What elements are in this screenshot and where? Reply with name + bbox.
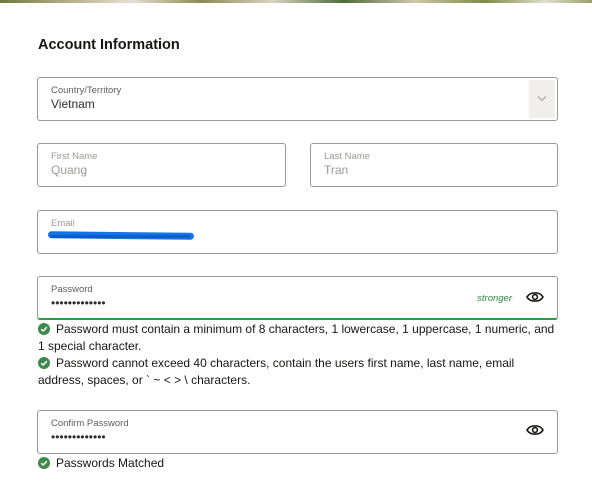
check-circle-icon — [38, 457, 50, 469]
password-rule-1-text: Password must contain a minimum of 8 cha… — [38, 322, 555, 353]
eye-icon — [526, 425, 544, 435]
header-banner-strip — [0, 0, 592, 3]
password-strength-indicator: stronger — [477, 293, 512, 304]
last-name-field[interactable]: Last Name Tran — [310, 143, 558, 187]
confirm-password-label: Confirm Password — [51, 418, 129, 429]
country-label: Country/Territory — [51, 85, 122, 96]
show-password-toggle[interactable] — [526, 290, 544, 304]
password-value: ••••••••••••• — [51, 296, 106, 310]
eye-icon — [526, 292, 544, 302]
passwords-match-message: Passwords Matched — [38, 455, 563, 472]
first-name-value: Quang — [51, 163, 88, 177]
password-rule-2: Password cannot exceed 40 characters, co… — [38, 355, 563, 388]
password-rule-1: Password must contain a minimum of 8 cha… — [38, 321, 563, 354]
confirm-password-field[interactable]: Confirm Password ••••••••••••• — [37, 410, 558, 454]
chevron-down-icon — [537, 96, 547, 102]
first-name-label: First Name — [51, 151, 98, 162]
last-name-value: Tran — [324, 163, 349, 177]
password-rule-2-text: Password cannot exceed 40 characters, co… — [38, 356, 515, 387]
country-value: Vietnam — [51, 97, 95, 111]
confirm-password-value: ••••••••••••• — [51, 430, 106, 444]
email-redaction-stroke — [50, 235, 190, 238]
section-heading: Account Information — [38, 37, 180, 53]
check-circle-icon — [38, 323, 50, 335]
email-field[interactable]: Email — [37, 210, 558, 254]
last-name-label: Last Name — [324, 151, 370, 162]
country-select[interactable]: Country/Territory Vietnam — [37, 77, 558, 121]
email-label: Email — [51, 218, 75, 229]
passwords-match-text: Passwords Matched — [56, 456, 165, 470]
first-name-field[interactable]: First Name Quang — [37, 143, 286, 187]
password-field[interactable]: Password ••••••••••••• stronger — [37, 276, 558, 320]
password-label: Password — [51, 284, 93, 295]
country-dropdown-toggle[interactable] — [529, 80, 555, 118]
show-confirm-password-toggle[interactable] — [526, 423, 544, 437]
check-circle-icon — [38, 357, 50, 369]
